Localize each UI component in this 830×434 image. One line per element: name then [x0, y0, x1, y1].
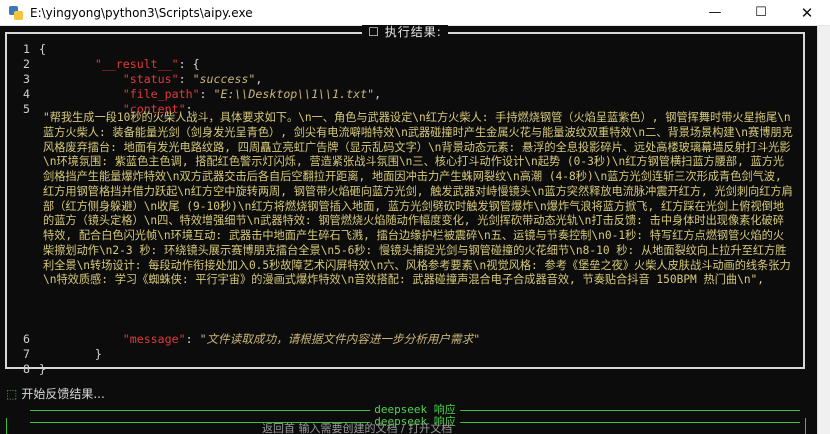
line-number: 2 — [23, 56, 30, 71]
code-line: 7 } — [7, 347, 797, 362]
background-app-text: 返回首 输入需要创建的文档 / 打开文档 — [262, 422, 453, 434]
line-number: 6 — [23, 332, 30, 346]
background-window-strip — [817, 26, 830, 434]
minimize-button[interactable]: — — [692, 0, 738, 26]
content-value: "帮我生成一段10秒的火柴人战斗，具体要求如下。\n一、角色与武器设定\n红方火… — [43, 111, 793, 287]
panel-title-text: ☐ 执行结果: — [362, 25, 448, 39]
json-code-block: 1 { 2 "__result__": { 3 "status": "succe… — [7, 42, 797, 117]
feedback-icon: ⬚ — [6, 387, 18, 401]
window-title: E:\yingyong\python3\Scripts\aipy.exe — [30, 5, 253, 20]
message-key: "message" — [122, 332, 186, 346]
code-line: 4 "file_path": "E:\\Desktop\\1\\1.txt", — [7, 87, 797, 102]
panel-title: ☐ 执行结果: — [7, 25, 803, 39]
line-number: 7 — [23, 346, 30, 361]
feedback-text: 开始反馈结果... — [21, 387, 105, 401]
window-titlebar: E:\yingyong\python3\Scripts\aipy.exe — ☐… — [0, 0, 830, 26]
code-line: 1 { — [7, 42, 797, 57]
open-brace: { — [39, 42, 46, 56]
close-outer-brace: } — [39, 361, 46, 376]
code-line: 8 } — [7, 362, 797, 377]
result-key: "__result__" — [94, 56, 179, 71]
console-output[interactable]: ☐ 执行结果: 1 { 2 "__result__": { 3 "status"… — [0, 25, 830, 434]
result-panel: ☐ 执行结果: 1 { 2 "__result__": { 3 "status"… — [5, 25, 805, 376]
status-key: "status" — [122, 71, 179, 86]
close-inner-brace: } — [94, 346, 102, 361]
maximize-button[interactable]: ☐ — [738, 0, 784, 26]
line-number: 5 — [23, 101, 30, 116]
feedback-status: ⬚ 开始反馈结果... — [6, 386, 105, 402]
python-app-icon — [8, 5, 24, 21]
message-value: "文件读取成功，请根据文件内容进一步分析用户需求" — [199, 332, 481, 346]
code-line: 2 "__result__": { — [7, 57, 797, 72]
file-path-value: "E:\\Desktop\\1\\1.txt" — [213, 86, 375, 101]
line-number: 8 — [23, 361, 30, 376]
line-number: 3 — [23, 71, 30, 86]
code-line: 3 "status": "success", — [7, 72, 797, 87]
line-number: 4 — [23, 86, 30, 101]
json-tail: 6 "message": "文件读取成功，请根据文件内容进一步分析用户需求" 7… — [7, 332, 797, 377]
status-value: "success" — [192, 71, 256, 86]
code-line: 6 "message": "文件读取成功，请根据文件内容进一步分析用户需求" — [7, 332, 797, 347]
close-button[interactable]: ✕ — [784, 0, 830, 26]
file-path-key: "file_path" — [122, 86, 200, 101]
line-number: 1 — [23, 42, 30, 56]
